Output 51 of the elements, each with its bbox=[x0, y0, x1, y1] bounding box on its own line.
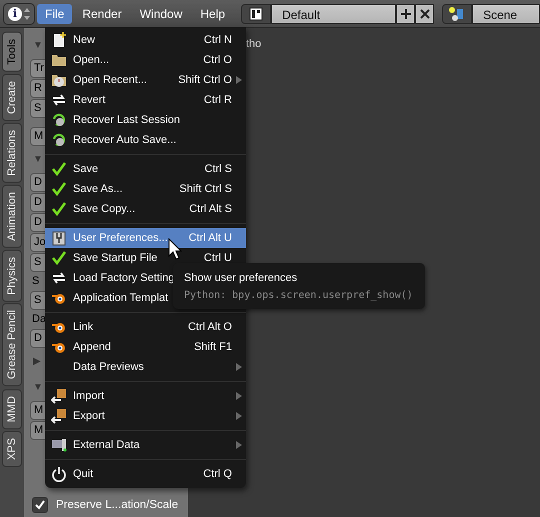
check-icon bbox=[51, 250, 67, 266]
document-icon bbox=[51, 32, 67, 48]
side-tab[interactable]: Tools bbox=[2, 32, 22, 72]
power-icon bbox=[51, 466, 67, 482]
editor-type-button[interactable]: i bbox=[3, 2, 35, 24]
close-button[interactable] bbox=[415, 4, 434, 24]
menu-item[interactable]: New Ctrl N bbox=[45, 30, 246, 50]
check-icon bbox=[51, 181, 67, 197]
updown-icon bbox=[24, 8, 30, 20]
side-tab[interactable]: MMD bbox=[2, 388, 22, 429]
check-icon bbox=[51, 201, 67, 217]
viewport-label: tho bbox=[246, 38, 262, 50]
plus-icon bbox=[400, 8, 412, 20]
screen-layout-button[interactable] bbox=[241, 4, 272, 24]
box-arrow-icon bbox=[51, 408, 67, 424]
close-icon bbox=[418, 8, 431, 20]
check-icon bbox=[51, 161, 67, 177]
refresh-icon bbox=[51, 92, 67, 108]
side-tab[interactable]: XPS bbox=[2, 430, 22, 467]
menu-title[interactable]: Window bbox=[132, 4, 190, 24]
computer-icon bbox=[51, 437, 67, 453]
folder-clock-icon bbox=[51, 72, 67, 88]
menu-item[interactable]: User Preferences... Ctrl Alt U bbox=[45, 228, 246, 248]
layout-field[interactable]: Default bbox=[271, 4, 396, 24]
recover-icon bbox=[51, 112, 67, 128]
menu-item[interactable]: Quit Ctrl Q bbox=[45, 464, 246, 484]
mouse-cursor-icon bbox=[168, 238, 182, 260]
menu-title[interactable]: Help bbox=[192, 4, 234, 24]
box-arrow-icon bbox=[51, 388, 67, 404]
menu-title[interactable]: Render bbox=[74, 4, 130, 24]
side-tab[interactable]: Grease Pencil bbox=[2, 303, 22, 386]
side-tab[interactable]: Relations bbox=[2, 122, 22, 183]
scene-field[interactable]: Scene bbox=[472, 4, 540, 24]
tooltip-title: Show user preferences bbox=[184, 272, 298, 284]
folder-icon bbox=[51, 52, 67, 68]
scene-button[interactable] bbox=[442, 4, 472, 24]
tooltip-python: Python: bpy.ops.screen.userpref_show() bbox=[184, 290, 414, 300]
side-tab[interactable]: Create bbox=[2, 74, 22, 121]
info-icon: i bbox=[8, 6, 22, 20]
checkbox-label: Preserve L...ation/Scale bbox=[56, 499, 178, 511]
menu-title[interactable]: File bbox=[37, 4, 72, 24]
side-tab[interactable]: Physics bbox=[2, 250, 22, 302]
refresh-icon bbox=[51, 270, 67, 286]
section-label: S bbox=[31, 275, 40, 287]
recover-icon bbox=[51, 132, 67, 148]
preferences-icon bbox=[51, 230, 67, 246]
checkbox[interactable] bbox=[32, 497, 48, 513]
layout-icon bbox=[249, 6, 264, 20]
side-tab[interactable]: Animation bbox=[2, 184, 22, 248]
menu-item[interactable]: Data Previews bbox=[45, 357, 246, 377]
add-button[interactable] bbox=[396, 4, 416, 24]
